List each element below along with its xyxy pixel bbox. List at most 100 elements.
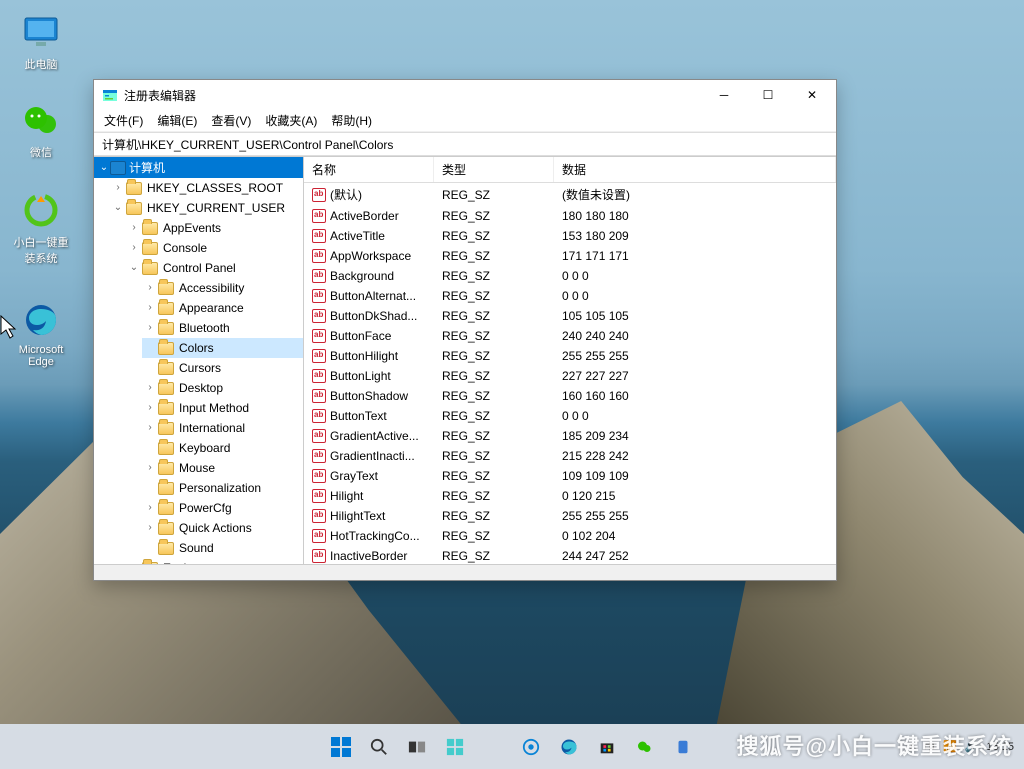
tree-node[interactable]: ⌄Control Panel	[126, 258, 303, 278]
edge-icon	[21, 300, 61, 340]
desktop-icon-label: 此电脑	[10, 56, 72, 72]
edge-taskbar-button[interactable]	[555, 733, 583, 761]
registry-value-row[interactable]: GradientActive...REG_SZ185 209 234	[304, 426, 836, 446]
registry-value-row[interactable]: ButtonHilightREG_SZ255 255 255	[304, 346, 836, 366]
registry-value-row[interactable]: BackgroundREG_SZ0 0 0	[304, 266, 836, 286]
menu-help[interactable]: 帮助(H)	[325, 110, 378, 131]
registry-value-row[interactable]: HilightREG_SZ0 120 215	[304, 486, 836, 506]
horizontal-scrollbar[interactable]	[94, 564, 836, 580]
registry-editor-window: 注册表编辑器 ─ ☐ ✕ 文件(F) 编辑(E) 查看(V) 收藏夹(A) 帮助…	[93, 79, 837, 581]
registry-value-row[interactable]: (默认)REG_SZ(数值未设置)	[304, 183, 836, 206]
registry-value-row[interactable]: ActiveBorderREG_SZ180 180 180	[304, 206, 836, 226]
reg-string-icon	[312, 289, 326, 303]
wechat-icon	[21, 100, 61, 140]
values-pane[interactable]: 名称 类型 数据 (默认)REG_SZ(数值未设置)ActiveBorderRE…	[304, 157, 836, 564]
tree-node[interactable]: ›Mouse	[142, 458, 303, 478]
desktop-icon-label: 微信	[10, 144, 72, 160]
tree-node[interactable]: ›AppEvents	[126, 218, 303, 238]
tray-volume-icon[interactable]: 🔊	[965, 740, 979, 753]
col-data[interactable]: 数据	[554, 157, 836, 182]
app-taskbar-button[interactable]	[669, 733, 697, 761]
menu-edit[interactable]: 编辑(E)	[151, 110, 203, 131]
reg-string-icon	[312, 329, 326, 343]
desktop-icon-edge[interactable]: Microsoft Edge	[10, 300, 72, 368]
tree-root[interactable]: ⌄计算机	[94, 157, 303, 178]
taskbar[interactable]: ˄ 中 📶 🔊 15:15	[0, 724, 1024, 769]
maximize-button[interactable]: ☐	[746, 80, 790, 110]
tree-node[interactable]: ›Desktop	[142, 378, 303, 398]
reg-string-icon	[312, 309, 326, 323]
tree-node[interactable]: ›Quick Actions	[142, 518, 303, 538]
registry-value-row[interactable]: AppWorkspaceREG_SZ171 171 171	[304, 246, 836, 266]
store-button[interactable]	[593, 733, 621, 761]
tree-node[interactable]: ›Appearance	[142, 298, 303, 318]
system-tray[interactable]: ˄ 中 📶 🔊 15:15	[910, 739, 1014, 755]
close-button[interactable]: ✕	[790, 80, 834, 110]
registry-value-row[interactable]: ButtonAlternat...REG_SZ0 0 0	[304, 286, 836, 306]
desktop-icon-label: Microsoft Edge	[10, 344, 72, 368]
regedit-icon	[102, 87, 118, 103]
desktop-icon-this-pc[interactable]: 此电脑	[10, 12, 72, 72]
desktop-icon-label: 小白一键重装系统	[10, 234, 72, 266]
titlebar[interactable]: 注册表编辑器 ─ ☐ ✕	[94, 80, 836, 110]
registry-value-row[interactable]: GrayTextREG_SZ109 109 109	[304, 466, 836, 486]
settings-button[interactable]	[517, 733, 545, 761]
col-type[interactable]: 类型	[434, 157, 554, 182]
registry-value-row[interactable]: HotTrackingCo...REG_SZ0 102 204	[304, 526, 836, 546]
registry-value-row[interactable]: ButtonShadowREG_SZ160 160 160	[304, 386, 836, 406]
tree-node[interactable]: Keyboard	[142, 438, 303, 458]
reg-string-icon	[312, 429, 326, 443]
explorer-button[interactable]	[479, 733, 507, 761]
start-button[interactable]	[327, 733, 355, 761]
taskview-button[interactable]	[403, 733, 431, 761]
tray-ime-icon[interactable]: 中	[924, 739, 935, 755]
tree-node[interactable]: ›Environment	[126, 558, 303, 564]
minimize-button[interactable]: ─	[702, 80, 746, 110]
registry-value-row[interactable]: InactiveBorderREG_SZ244 247 252	[304, 546, 836, 564]
tree-node[interactable]: ›Accessibility	[142, 278, 303, 298]
tree-node[interactable]: Colors	[142, 338, 303, 358]
col-name[interactable]: 名称	[304, 157, 434, 182]
reg-string-icon	[312, 549, 326, 563]
tree-hkcu[interactable]: ⌄HKEY_CURRENT_USER	[110, 198, 303, 218]
tree-node[interactable]: ›Console	[126, 238, 303, 258]
registry-value-row[interactable]: ButtonLightREG_SZ227 227 227	[304, 366, 836, 386]
tray-chevron-icon[interactable]: ˄	[910, 741, 916, 753]
menu-favorites[interactable]: 收藏夹(A)	[259, 110, 323, 131]
desktop: 此电脑 微信 小白一键重装系统 Microsoft Edge 注册表编辑器 ─ …	[0, 0, 1024, 769]
tree-node[interactable]: Cursors	[142, 358, 303, 378]
widgets-button[interactable]	[441, 733, 469, 761]
reg-string-icon	[312, 229, 326, 243]
registry-value-row[interactable]: HilightTextREG_SZ255 255 255	[304, 506, 836, 526]
wechat-taskbar-button[interactable]	[631, 733, 659, 761]
desktop-icon-wechat[interactable]: 微信	[10, 100, 72, 160]
registry-value-row[interactable]: ButtonTextREG_SZ0 0 0	[304, 406, 836, 426]
tree-node[interactable]: ›International	[142, 418, 303, 438]
tree-node[interactable]: Personalization	[142, 478, 303, 498]
tree-node[interactable]: Sound	[142, 538, 303, 558]
registry-value-row[interactable]: ActiveTitleREG_SZ153 180 209	[304, 226, 836, 246]
tray-network-icon[interactable]: 📶	[943, 740, 957, 753]
registry-value-row[interactable]: ButtonDkShad...REG_SZ105 105 105	[304, 306, 836, 326]
reg-string-icon	[312, 449, 326, 463]
reg-string-icon	[312, 209, 326, 223]
registry-value-row[interactable]: ButtonFaceREG_SZ240 240 240	[304, 326, 836, 346]
address-bar[interactable]: 计算机\HKEY_CURRENT_USER\Control Panel\Colo…	[94, 132, 836, 156]
desktop-icon-xiaobai[interactable]: 小白一键重装系统	[10, 190, 72, 266]
tree-hkcr[interactable]: ›HKEY_CLASSES_ROOT	[110, 178, 303, 198]
tree-node[interactable]: ›Bluetooth	[142, 318, 303, 338]
menu-view[interactable]: 查看(V)	[205, 110, 257, 131]
tree-pane[interactable]: ⌄计算机 ›HKEY_CLASSES_ROOT ⌄HKEY_CURRENT_US…	[94, 157, 304, 564]
reg-string-icon	[312, 188, 326, 202]
tree-node[interactable]: ›Input Method	[142, 398, 303, 418]
tray-time[interactable]: 15:15	[986, 741, 1014, 753]
reg-string-icon	[312, 369, 326, 383]
tree-node[interactable]: ›PowerCfg	[142, 498, 303, 518]
search-button[interactable]	[365, 733, 393, 761]
registry-value-row[interactable]: GradientInacti...REG_SZ215 228 242	[304, 446, 836, 466]
window-title: 注册表编辑器	[124, 87, 702, 104]
reg-string-icon	[312, 529, 326, 543]
menu-file[interactable]: 文件(F)	[98, 110, 149, 131]
reg-string-icon	[312, 389, 326, 403]
list-header[interactable]: 名称 类型 数据	[304, 157, 836, 183]
